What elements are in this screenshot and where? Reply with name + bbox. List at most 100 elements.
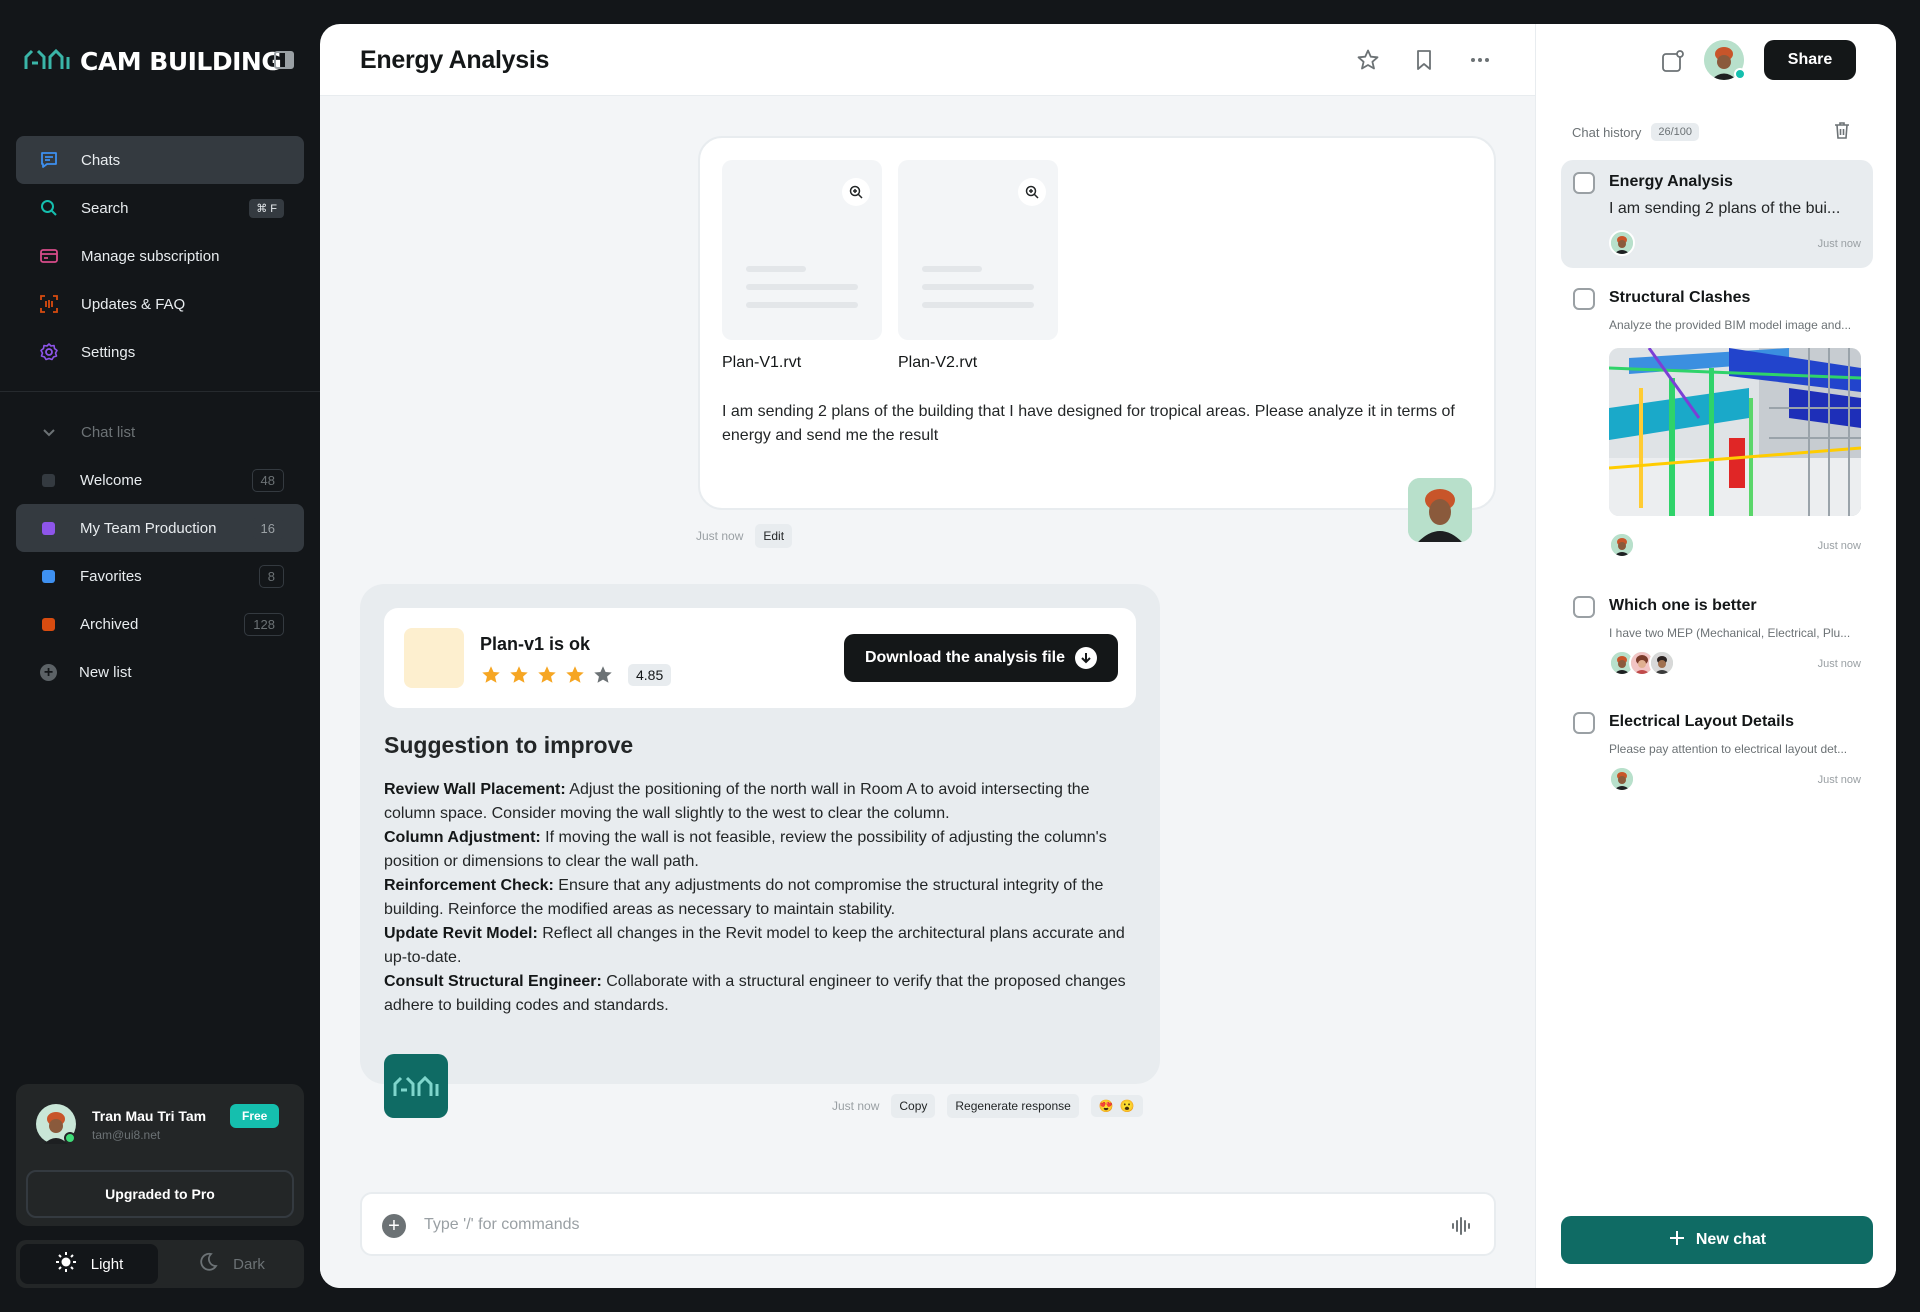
history-item[interactable]: Energy Analysis I am sending 2 plans of …	[1561, 160, 1873, 268]
zoom-icon[interactable]	[842, 178, 870, 206]
logo-icon	[24, 47, 70, 76]
star-icon[interactable]	[1356, 48, 1380, 72]
history-item[interactable]: Electrical Layout Details Please pay att…	[1561, 700, 1873, 800]
assistant-avatar	[384, 1054, 448, 1118]
sidebar-toggle-icon[interactable]	[273, 49, 295, 71]
voice-icon[interactable]	[1450, 1214, 1474, 1238]
edit-button[interactable]: Edit	[755, 524, 793, 548]
color-dot	[42, 473, 55, 487]
thumbnail	[404, 628, 464, 688]
analysis-title: Plan-v1 is ok	[480, 634, 591, 654]
zoom-icon[interactable]	[1018, 178, 1046, 206]
download-button[interactable]: Download the analysis file	[844, 634, 1118, 682]
nav-item-search[interactable]: Search ⌘ F	[16, 184, 304, 232]
nav-item-settings[interactable]: Settings	[16, 328, 304, 376]
online-indicator	[1734, 68, 1746, 80]
divider	[0, 391, 320, 392]
history-count: 26/100	[1651, 123, 1700, 141]
checkbox[interactable]	[1573, 172, 1595, 194]
suggestion-item: Reinforcement Check: Ensure that any adj…	[384, 874, 1136, 922]
search-icon	[38, 197, 60, 219]
chat-list-item-archived[interactable]: Archived 128	[16, 600, 304, 648]
history-title: Which one is better	[1609, 597, 1757, 614]
count-badge: 8	[258, 564, 284, 588]
nav-item-updates[interactable]: Updates & FAQ	[16, 280, 304, 328]
file-preview[interactable]	[898, 160, 1058, 340]
main-nav: Chats Search ⌘ F Manage subscription Upd…	[16, 136, 304, 376]
history-title: Energy Analysis	[1609, 173, 1733, 190]
new-list-label: New list	[79, 663, 132, 681]
file-name: Plan-V1.rvt	[722, 354, 802, 371]
timestamp: Just now	[696, 529, 744, 543]
more-icon[interactable]	[1468, 48, 1492, 72]
download-icon	[1075, 647, 1098, 669]
suggestion-item: Column Adjustment: If moving the wall is…	[384, 826, 1136, 874]
count-badge: 128	[244, 612, 284, 636]
suggestion-item: Consult Structural Engineer: Collaborate…	[384, 970, 1136, 1018]
suggestion-title: Column Adjustment:	[384, 829, 541, 846]
file-preview[interactable]	[722, 160, 882, 340]
theme-light-label: Light	[90, 1255, 124, 1273]
reaction[interactable]: 😮	[1120, 1099, 1135, 1113]
copy-button[interactable]: Copy	[891, 1094, 936, 1118]
reactions[interactable]: 😍 😮	[1090, 1095, 1143, 1117]
history-preview: I am sending 2 plans of the bui...	[1609, 200, 1841, 217]
regenerate-button[interactable]: Regenerate response	[947, 1094, 1079, 1118]
checkbox[interactable]	[1573, 288, 1595, 310]
nav-item-subscription[interactable]: Manage subscription	[16, 232, 304, 280]
history-title: Electrical Layout Details	[1609, 713, 1794, 730]
suggestion-title: Review Wall Placement:	[384, 781, 566, 798]
plus-icon: +	[40, 663, 57, 681]
avatar	[1649, 650, 1675, 676]
star-icon	[566, 666, 584, 683]
user-name: Tran Mau Tri Tam	[92, 1108, 207, 1124]
suggestion-heading: Suggestion to improve	[384, 732, 634, 758]
avatar	[1408, 478, 1472, 542]
history-preview: Analyze the provided BIM model image and…	[1609, 318, 1852, 332]
brand[interactable]: CAM BUILDING	[24, 44, 282, 78]
history-item[interactable]: Structural Clashes Analyze the provided …	[1561, 276, 1873, 576]
chat-list-label: Welcome	[80, 471, 143, 489]
rating-value: 4.85	[628, 664, 672, 686]
message-input[interactable]	[424, 1210, 1384, 1240]
count-badge: 48	[251, 468, 284, 492]
suggestion-item: Review Wall Placement: Adjust the positi…	[384, 778, 1136, 826]
suggestion-title: Reinforcement Check:	[384, 877, 554, 894]
nav-item-chats[interactable]: Chats	[16, 136, 304, 184]
color-dot	[42, 521, 55, 535]
download-label: Download the analysis file	[864, 649, 1066, 666]
count-badge: 16	[251, 516, 284, 540]
star-icon	[594, 666, 612, 683]
logo-icon	[393, 1075, 439, 1096]
checkbox[interactable]	[1573, 596, 1595, 618]
placeholder-line	[746, 302, 858, 308]
chat-icon	[38, 149, 60, 171]
share-screen-icon[interactable]	[1660, 48, 1686, 74]
moon-icon	[197, 1251, 219, 1277]
bookmark-icon[interactable]	[1412, 48, 1436, 72]
theme-dark-option[interactable]: Dark	[162, 1244, 300, 1284]
theme-dark-label: Dark	[233, 1255, 265, 1273]
chat-list-toggle[interactable]: Chat list	[16, 408, 304, 456]
theme-light-option[interactable]: Light	[20, 1244, 158, 1284]
upgrade-button[interactable]: Upgraded to Pro	[26, 1170, 294, 1218]
trash-icon[interactable]	[1832, 120, 1852, 140]
chat-list-item-welcome[interactable]: Welcome 48	[16, 456, 304, 504]
share-button[interactable]: Share	[1764, 40, 1856, 80]
bim-model-image[interactable]	[1609, 348, 1861, 516]
chat-list-label: Favorites	[80, 567, 142, 585]
timestamp: Just now	[832, 1099, 880, 1113]
right-panel: Share Chat history 26/100 Energy Analysi…	[1535, 24, 1896, 1288]
history-item[interactable]: Which one is better I have two MEP (Mech…	[1561, 584, 1873, 684]
new-list-button[interactable]: + New list	[16, 648, 304, 696]
rating-stars: 4.85	[480, 664, 672, 686]
checkbox[interactable]	[1573, 712, 1595, 734]
avatar	[1609, 766, 1635, 792]
new-chat-button[interactable]: New chat	[1561, 1216, 1873, 1264]
reaction[interactable]: 😍	[1099, 1099, 1114, 1113]
add-attachment-icon[interactable]: +	[382, 1214, 406, 1238]
chat-list-item-my-team[interactable]: My Team Production 16	[16, 504, 304, 552]
star-icon	[482, 666, 500, 683]
user-message: Plan-V1.rvt Plan-V2.rvt I am sending 2 p…	[698, 136, 1496, 510]
chat-list-item-favorites[interactable]: Favorites 8	[16, 552, 304, 600]
